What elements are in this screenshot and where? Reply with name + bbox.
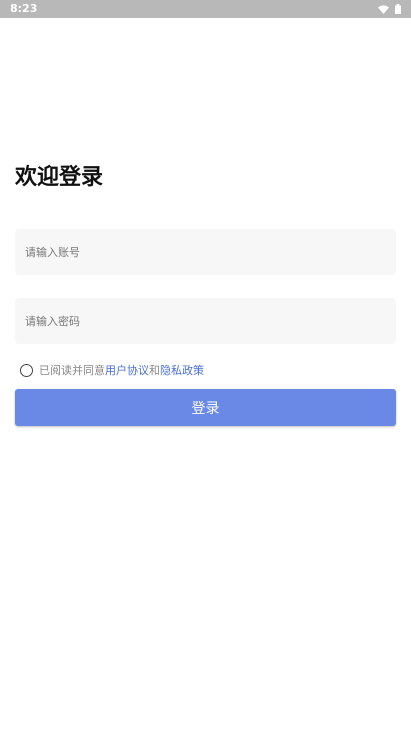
account-field[interactable] [15, 229, 396, 275]
agreement-row: 已阅读并同意 用户协议 和 隐私政策 [20, 362, 204, 378]
password-input[interactable] [15, 298, 396, 344]
login-button[interactable]: 登录 [15, 389, 396, 426]
user-agreement-link[interactable]: 用户协议 [105, 362, 149, 378]
wifi-icon [378, 4, 389, 14]
agreement-conjunction: 和 [149, 364, 160, 377]
status-icons [378, 3, 401, 15]
status-time: 8:23 [10, 2, 38, 15]
status-bar: 8:23 [0, 0, 411, 18]
agreement-checkbox[interactable] [20, 363, 33, 377]
page-title: 欢迎登录 [15, 165, 104, 190]
password-field[interactable] [15, 298, 396, 344]
battery-icon [395, 4, 401, 14]
agreement-prefix: 已阅读并同意 [39, 364, 105, 377]
privacy-policy-link[interactable]: 隐私政策 [160, 362, 204, 378]
account-input[interactable] [15, 229, 396, 275]
